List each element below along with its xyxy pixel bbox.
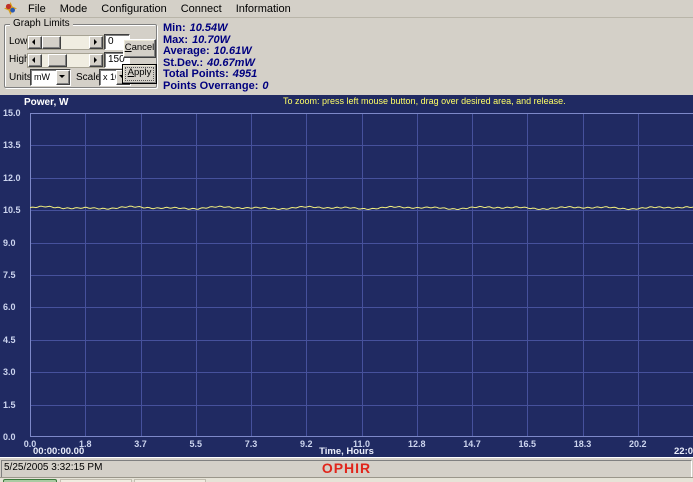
apply-button[interactable]: Apply [122,64,157,84]
units-value: mW [34,72,50,82]
arrow-left-icon [32,39,35,45]
app-icon [4,2,17,15]
chevron-down-icon [59,75,65,78]
units-dropdown-button[interactable] [56,70,70,85]
y-tick-label: 9.0 [3,238,29,248]
apply-button-label: Apply [123,65,156,80]
statistics-panel: Min:10.54W Max:10.70W Average:10.61W St.… [163,23,268,93]
menu-mode[interactable]: Mode [53,2,95,16]
menu-information[interactable]: Information [229,2,298,16]
y-tick-label: 6.0 [3,302,29,312]
low-scroll-left-button[interactable] [28,36,42,49]
power-trace [30,206,693,210]
menu-configuration[interactable]: Configuration [94,2,173,16]
y-tick-label: 1.5 [3,400,29,410]
y-tick-label: 13.5 [3,140,29,150]
arrow-right-icon [94,39,97,45]
low-scroll-right-button[interactable] [89,36,103,49]
cancel-button[interactable]: Cancel [123,39,156,58]
menu-bar: File Mode Configuration Connect Informat… [0,0,693,18]
high-scrollbar[interactable] [27,53,104,68]
chart-area[interactable]: Power, W To zoom: press left mouse butto… [0,95,693,457]
plot-canvas[interactable] [30,113,693,437]
graph-limits-title: Graph Limits [10,18,73,29]
high-scrollbar-thumb[interactable] [48,54,67,67]
y-tick-label: 15.0 [3,108,29,118]
graph-limits-group: Graph Limits Low 0 High 150 Units mW Sca… [4,24,157,88]
low-label: Low [9,36,27,47]
x-axis-title: Time, Hours [0,446,693,457]
low-scrollbar[interactable] [27,35,104,50]
y-tick-label: 10.5 [3,205,29,215]
y-axis-title: Power, W [24,97,68,108]
menu-connect[interactable]: Connect [174,2,229,16]
zoom-hint-text: To zoom: press left mouse button, drag o… [283,96,566,106]
ophir-logo: OPHIR [0,460,693,476]
taskbar-edge [0,477,693,482]
status-bar: 5/25/2005 3:32:15 PM OPHIR [0,457,693,478]
y-tick-label: 12.0 [3,173,29,183]
scale-label: Scale [76,72,101,83]
y-tick-label: 3.0 [3,367,29,377]
arrow-left-icon [32,57,35,63]
y-tick-label: 4.5 [3,335,29,345]
menu-file[interactable]: File [21,2,53,16]
end-time-label: 22:0 [674,446,693,457]
low-scrollbar-thumb[interactable] [42,36,61,49]
app-window: File Mode Configuration Connect Informat… [0,0,693,482]
y-tick-label: 7.5 [3,270,29,280]
stat-points-overrange: Points Overrange:0 [163,81,268,93]
units-dropdown[interactable]: mW [30,69,71,86]
units-label: Units [9,72,32,83]
cancel-button-label: Cancel [124,40,155,55]
high-scroll-left-button[interactable] [28,54,42,67]
arrow-right-icon [94,57,97,63]
high-scroll-right-button[interactable] [89,54,103,67]
